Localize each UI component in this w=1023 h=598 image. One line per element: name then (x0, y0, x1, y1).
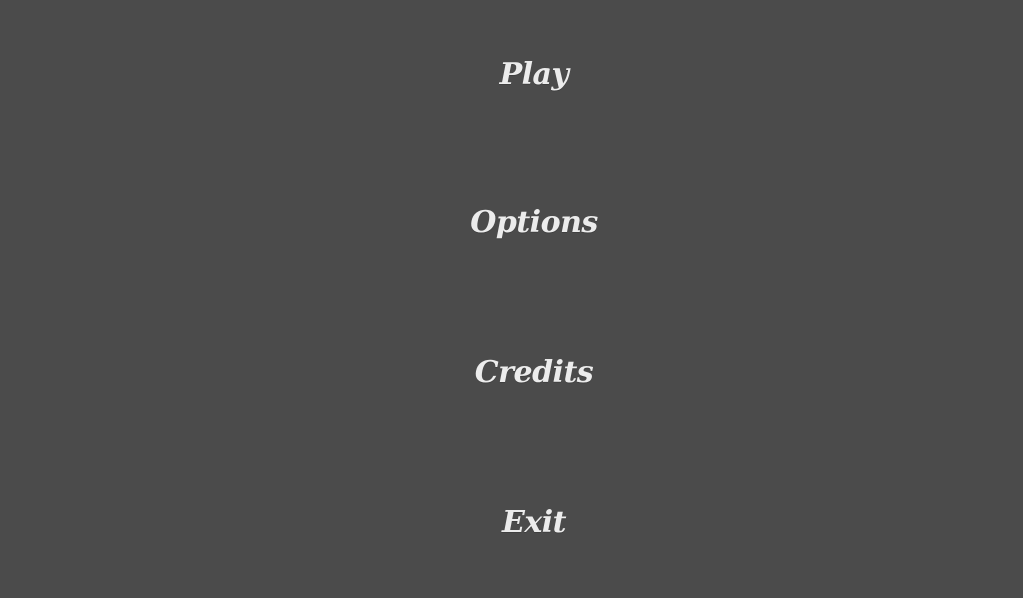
exit-button[interactable]: Exit (502, 508, 567, 538)
main-menu: Play Options Credits Exit (0, 0, 1023, 598)
play-button[interactable]: Play (500, 60, 569, 90)
options-button[interactable]: Options (470, 208, 598, 238)
credits-button[interactable]: Credits (475, 358, 594, 388)
